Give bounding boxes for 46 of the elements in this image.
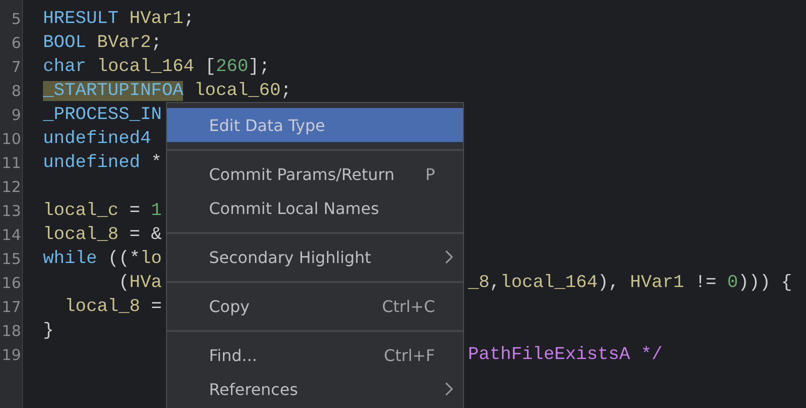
line-number: 14 (2, 226, 21, 244)
line-number: 7 (11, 58, 21, 76)
code-text: undefined * (43, 152, 162, 175)
code-text: BOOL BVar2; (43, 32, 162, 55)
menu-item[interactable]: Commit Local Names (167, 191, 463, 225)
code-text: _8,local_164), HVar1 != 0))) { (468, 272, 794, 295)
menu-item-label: References (209, 380, 299, 398)
line-number: 18 (2, 322, 21, 340)
menu-item[interactable]: Secondary Highlight (167, 240, 463, 274)
line-number: 12 (2, 178, 21, 196)
menu-item-label: Copy (209, 296, 251, 316)
line-number: 6 (11, 34, 21, 52)
code-text: char local_164 [260]; (43, 56, 270, 79)
menu-item-label: Secondary Highlight (209, 248, 372, 266)
line-number: 9 (11, 106, 21, 124)
shortcut-text: Ctrl+F (384, 346, 435, 364)
code-text: } (43, 320, 54, 343)
line-number: 8 (11, 82, 21, 100)
code-text: while ((*lo (43, 248, 162, 271)
menu-item[interactable]: References (167, 372, 463, 406)
menu-item-label: Edit Data Type (209, 116, 326, 134)
line-number: 10 (2, 130, 21, 148)
menu-item[interactable]: Find... Ctrl+F (167, 338, 463, 372)
code-text: local_8 = (64, 296, 162, 319)
code-text: local_8 = & (43, 224, 162, 247)
code-text: local_c = 1 (43, 200, 162, 223)
shortcut-text: Ctrl+C (382, 296, 435, 316)
menu-item-label: Find... (209, 346, 258, 364)
line-number: 5 (11, 10, 21, 28)
line-number: 16 (2, 274, 21, 292)
code-text: _PROCESS_IN (43, 104, 162, 127)
menu-item[interactable]: Copy Ctrl+C (167, 289, 463, 323)
line-number: 19 (2, 346, 21, 364)
menu-item-label: Commit Params/Return (209, 164, 396, 184)
code-text: undefined4 (43, 128, 152, 151)
menu-item-label: Commit Local Names (209, 198, 380, 218)
code-text: _STARTUPINFOA local_60; (43, 80, 292, 103)
code-text: HRESULT HVar1; (43, 8, 194, 31)
line-number: 13 (2, 202, 21, 220)
line-number: 15 (2, 250, 21, 268)
menu-item[interactable]: Commit Params/Return P (167, 157, 463, 191)
code-comment: PathFileExistsA */ (468, 344, 664, 367)
code-text: (HVa (118, 272, 162, 295)
shortcut-text: P (425, 164, 435, 184)
line-number: 17 (2, 298, 21, 316)
line-number: 11 (2, 154, 21, 172)
